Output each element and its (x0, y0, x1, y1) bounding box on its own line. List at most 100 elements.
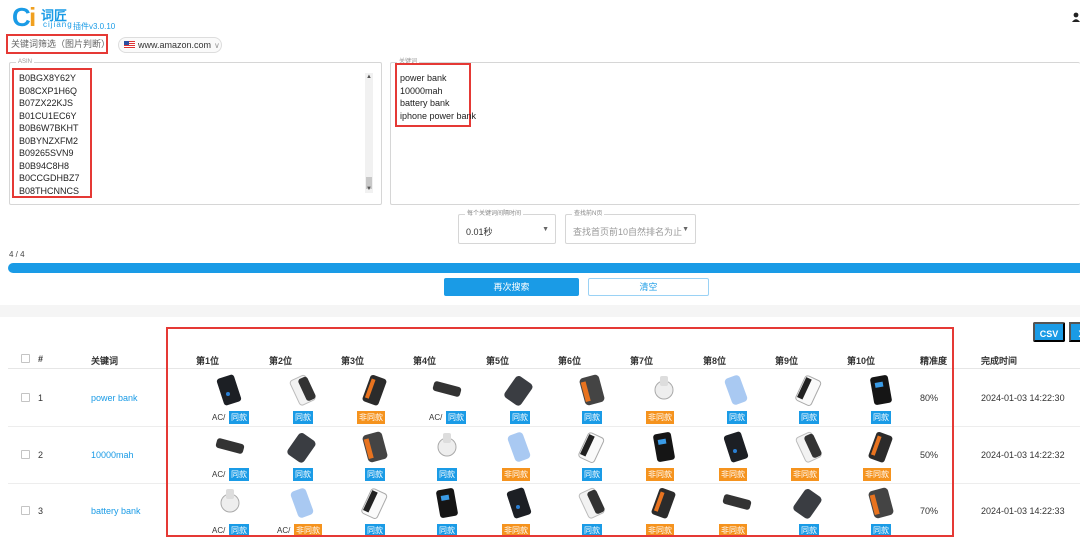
product-thumbnail (216, 374, 242, 406)
product-cell[interactable]: 同款 (271, 371, 333, 425)
site-select[interactable]: www.amazon.com ∨ (118, 37, 222, 53)
product-cell[interactable]: 同款 (415, 484, 477, 538)
product-cell[interactable]: AC/非同款 (271, 484, 333, 538)
table-header-divider (8, 368, 1080, 369)
product-cell[interactable]: 非同款 (632, 428, 694, 482)
product-cell[interactable]: 非同款 (343, 371, 405, 425)
interval-select[interactable]: 每个关键词间隔时间 0.01秒 ▼ (458, 210, 556, 244)
product-cell[interactable]: 同款 (849, 371, 911, 425)
app-page: C i 词匠 cijiang 插件v3.0.10 关键词筛选（图片判断） www… (0, 0, 1080, 538)
row-time: 2024-01-03 14:22:33 (981, 506, 1065, 516)
keyword-item: 10000mah (400, 85, 443, 96)
product-cell[interactable]: 同款 (560, 371, 622, 425)
row-divider (8, 426, 1080, 427)
product-cell[interactable]: 非同款 (488, 428, 550, 482)
us-flag-icon (124, 41, 135, 49)
scroll-up-icon[interactable]: ▲ (366, 73, 372, 81)
same-badge: 同款 (871, 411, 891, 424)
user-icon[interactable] (1072, 12, 1080, 22)
logo-letter-c: C (12, 2, 31, 32)
row-checkbox[interactable] (21, 450, 30, 459)
keyword-textarea[interactable]: 关键词 power bank 10000mah battery bank iphone… (390, 58, 1080, 205)
mode-select[interactable]: 关键词筛选（图片判断） (6, 34, 110, 54)
product-cell[interactable]: 同款 (777, 371, 839, 425)
product-cell[interactable]: 同款 (705, 371, 767, 425)
product-thumbnail (220, 489, 240, 513)
column-position-2: 第2位 (269, 356, 293, 366)
asin-legend: ASIN (16, 58, 35, 66)
asin-item: B0BYNZXFM2 (19, 135, 79, 146)
product-thumbnail (506, 487, 532, 519)
product-cell[interactable]: 非同款 (632, 371, 694, 425)
column-position-3: 第3位 (341, 356, 365, 366)
same-badge: 同款 (582, 524, 602, 537)
same-badge: 同款 (446, 411, 466, 424)
ac-label: AC/ (212, 413, 226, 422)
caret-down-icon: ▼ (542, 226, 549, 233)
column-position-9: 第9位 (775, 356, 799, 366)
product-cell[interactable]: AC/同款 (198, 428, 260, 482)
same-badge: 同款 (582, 411, 602, 424)
select-all-checkbox[interactable] (21, 354, 30, 363)
product-cell[interactable]: 非同款 (705, 428, 767, 482)
product-cell[interactable]: 同款 (343, 484, 405, 538)
diff-badge: 非同款 (502, 524, 530, 537)
product-thumbnail (653, 432, 675, 462)
product-cell[interactable]: 同款 (488, 371, 550, 425)
excel-export-button[interactable]: X (1069, 322, 1080, 342)
product-cell[interactable]: 同款 (271, 428, 333, 482)
plugin-version: 插件v3.0.10 (73, 22, 116, 31)
product-cell[interactable]: 同款 (560, 428, 622, 482)
product-cell[interactable]: 同款 (343, 428, 405, 482)
product-thumbnail (868, 431, 893, 463)
asin-item: B0CCGDHBZ7 (19, 173, 80, 183)
product-cell[interactable]: 非同款 (705, 484, 767, 538)
product-cell[interactable]: AC/同款 (198, 371, 260, 425)
ac-label: AC/ (212, 526, 226, 535)
product-thumbnail (290, 488, 314, 518)
product-thumbnail (287, 433, 316, 463)
row-keyword-link[interactable]: battery bank (91, 506, 141, 516)
product-cell[interactable]: 同款 (777, 484, 839, 538)
row-keyword-link[interactable]: 10000mah (91, 450, 134, 460)
product-thumbnail (289, 374, 316, 406)
diff-badge: 非同款 (719, 468, 747, 481)
caret-down-icon: ▼ (682, 226, 689, 233)
product-cell[interactable]: AC/同款 (198, 484, 260, 538)
search-again-button[interactable]: 再次搜索 (444, 278, 579, 296)
product-cell[interactable]: 非同款 (849, 428, 911, 482)
same-badge: 同款 (293, 468, 313, 481)
product-thumbnail (868, 487, 894, 519)
product-cell[interactable]: 同款 (560, 484, 622, 538)
product-cell[interactable]: 同款 (415, 428, 477, 482)
product-thumbnail (723, 431, 749, 463)
row-keyword-link[interactable]: power bank (91, 393, 138, 403)
same-badge: 同款 (799, 524, 819, 537)
diff-badge: 非同款 (791, 468, 819, 481)
product-cell[interactable]: AC/同款 (415, 371, 477, 425)
asin-textarea[interactable]: ASIN B0BGX8Y62Y B08CXP1H6Q B07ZX22KJS B01CU… (9, 58, 382, 205)
column-position-8: 第8位 (703, 356, 727, 366)
asin-item: B08CXP1H6Q (19, 85, 78, 96)
scroll-down-icon[interactable]: ▼ (366, 185, 372, 193)
row-checkbox[interactable] (21, 393, 30, 402)
clear-button[interactable]: 清空 (588, 278, 709, 296)
product-cell[interactable]: 非同款 (777, 428, 839, 482)
asin-item: B0B6W7BKHT (19, 123, 79, 133)
same-badge: 同款 (799, 411, 819, 424)
product-cell[interactable]: 非同款 (488, 484, 550, 538)
page-limit-select[interactable]: 查找前N页 查找首页前10自然排名为止 ▼ (565, 210, 696, 244)
section-divider (0, 305, 1080, 317)
product-cell[interactable]: 同款 (849, 484, 911, 538)
product-thumbnail (362, 374, 387, 406)
asin-scrollbar[interactable]: ▲ ▼ (365, 73, 373, 193)
product-thumbnail (432, 381, 462, 397)
column-accuracy: 精准度 (920, 356, 948, 366)
keyword-item: iphone power bank (400, 110, 477, 121)
product-cell[interactable]: 非同款 (632, 484, 694, 538)
csv-export-button[interactable]: CSV (1033, 322, 1065, 342)
row-accuracy: 80% (920, 393, 939, 403)
product-thumbnail (362, 431, 388, 463)
logo-pinyin: cijiang (43, 20, 73, 29)
row-checkbox[interactable] (21, 506, 30, 515)
